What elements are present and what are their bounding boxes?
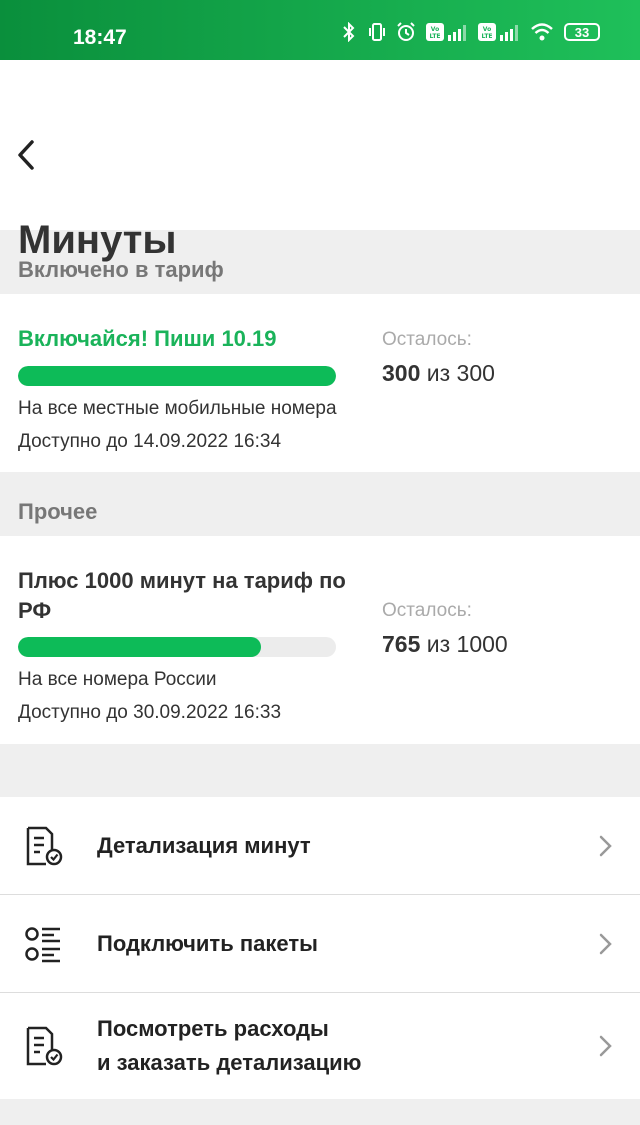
bluetooth-icon: [340, 22, 358, 42]
package-progress-bar: [18, 637, 336, 657]
volte-signal-icon-1: Vo LTE: [426, 22, 468, 42]
svg-text:Vo: Vo: [483, 26, 491, 33]
document-check-icon: [26, 826, 63, 865]
remain-label: Осталось:: [382, 329, 472, 350]
status-time: 18:47: [73, 26, 127, 49]
package-valid-until: Доступно до 30.09.2022 16:33: [18, 702, 282, 723]
status-icons: Vo LTE Vo LTE 33: [340, 22, 600, 42]
menu-item-label: Подключить пакеты: [97, 930, 318, 956]
package-scope: На все местные мобильные номера: [18, 398, 337, 419]
remain-label: Осталось:: [382, 600, 472, 621]
spacer: [0, 744, 640, 797]
package-card-included[interactable]: Включайся! Пиши 10.19 На все местные моб…: [0, 294, 640, 472]
menu-item-connect-packages[interactable]: Подключить пакеты: [0, 895, 640, 993]
svg-text:LTE: LTE: [429, 33, 440, 40]
document-check-icon: [26, 1026, 63, 1066]
wifi-icon: [530, 22, 554, 42]
list-options-icon: [25, 926, 60, 962]
remain-total: из 300: [426, 360, 495, 386]
volte-signal-icon-2: Vo LTE: [478, 22, 520, 42]
label-line-2: и заказать детализацию: [97, 1050, 362, 1075]
chevron-right-icon: [599, 933, 612, 954]
back-arrow-icon[interactable]: [14, 138, 38, 172]
package-progress-bar: [18, 366, 336, 386]
package-name: Плюс 1000 минут на тариф по РФ: [18, 568, 346, 623]
svg-text:LTE: LTE: [481, 33, 492, 40]
remain-value: 300 из 300: [382, 360, 495, 387]
package-name: Включайся! Пиши 10.19: [18, 326, 277, 351]
section-header-other: Прочее: [0, 472, 640, 536]
svg-text:Vo: Vo: [431, 26, 439, 33]
remain-total: из 1000: [426, 631, 508, 657]
menu-item-minutes-details[interactable]: Детализация минут: [0, 797, 640, 895]
package-scope: На все номера России: [18, 669, 217, 690]
progress-fill: [18, 637, 262, 657]
chevron-right-icon: [599, 1035, 612, 1057]
menu-item-label: Детализация минут: [97, 832, 311, 858]
package-card-other[interactable]: Плюс 1000 минут на тариф по РФ На все но…: [0, 536, 640, 744]
page-title: Минуты: [18, 218, 177, 262]
remain-count: 765: [382, 631, 421, 657]
chevron-right-icon: [599, 835, 612, 856]
actions-menu: Детализация минут Подключить пакеты Посм…: [0, 797, 640, 1099]
menu-item-view-expenses[interactable]: Посмотреть расходы и заказать детализацию: [0, 993, 640, 1099]
label-line-1: Посмотреть расходы: [97, 1016, 329, 1041]
vibrate-icon: [368, 22, 386, 42]
status-bar: 18:47 Vo LTE Vo LTE 33: [0, 0, 640, 60]
remain-count: 300: [382, 360, 421, 386]
alarm-icon: [396, 22, 416, 42]
battery-icon: 33: [564, 23, 600, 41]
progress-fill: [18, 366, 336, 386]
app-header: Минуты: [0, 60, 640, 262]
remain-value: 765 из 1000: [382, 631, 508, 658]
package-valid-until: Доступно до 14.09.2022 16:34: [18, 431, 282, 452]
menu-item-label: Посмотреть расходы и заказать детализацию: [97, 1012, 361, 1080]
